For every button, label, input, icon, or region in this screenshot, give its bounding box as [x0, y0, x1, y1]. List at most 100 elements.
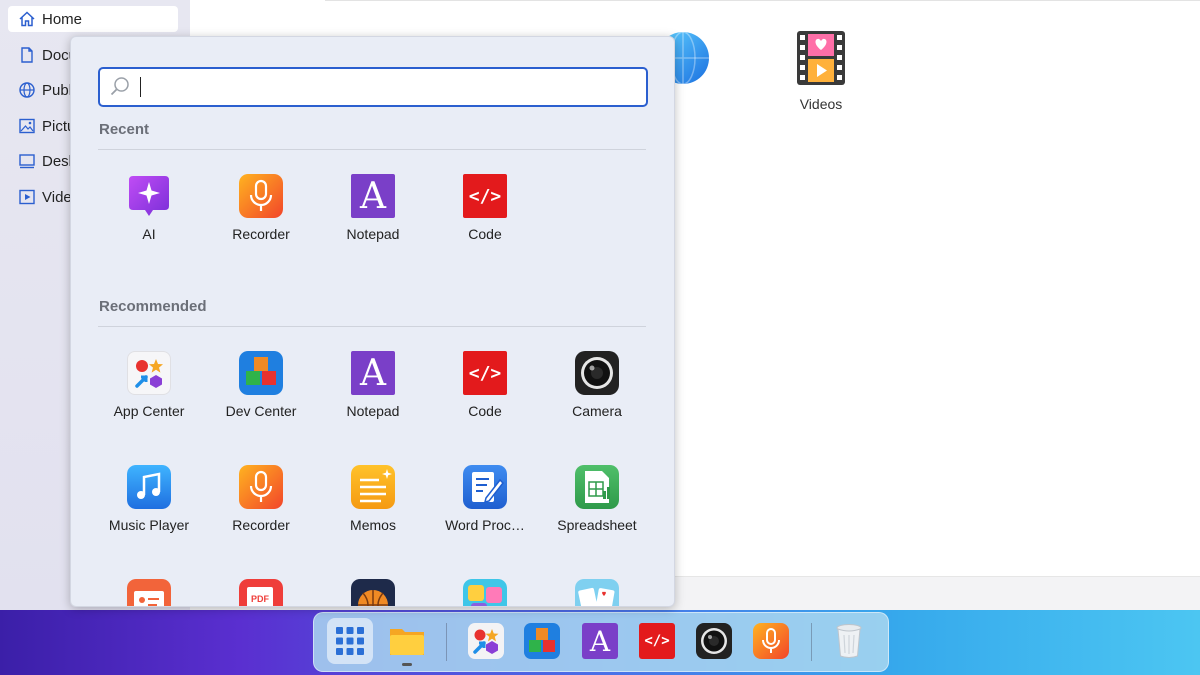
app-music-player[interactable]: Music Player — [93, 465, 205, 537]
sidebar-item-label: Publ — [42, 81, 73, 99]
app-label: Recorder — [232, 517, 290, 533]
toolbar-divider — [325, 0, 1200, 1]
app-label: Music Player — [108, 517, 190, 533]
globe-icon — [18, 81, 36, 99]
app-label: Memos — [350, 517, 396, 533]
app-label: Code — [468, 226, 502, 242]
ai-sparkle-icon — [127, 174, 171, 218]
app-contacts[interactable] — [93, 579, 205, 606]
trash-icon — [836, 624, 862, 658]
app-basketball-game[interactable] — [317, 579, 429, 606]
solitaire-cards-icon — [575, 579, 619, 606]
notepad-icon: A — [351, 174, 395, 218]
app-label: Dev Center — [225, 403, 297, 419]
desktop-icon — [18, 152, 36, 170]
app-label: Code — [468, 403, 502, 419]
code-icon: </> — [463, 351, 507, 395]
dock: A </> — [313, 612, 889, 672]
app-center-icon — [127, 351, 171, 395]
app-label: Camera — [572, 403, 622, 419]
app-label: Notepad — [346, 403, 400, 419]
code-glyph: </> — [468, 185, 502, 207]
section-divider — [98, 149, 646, 150]
folder-videos[interactable]: Videos — [771, 30, 871, 120]
app-recorder[interactable]: Recorder — [205, 174, 317, 246]
app-recorder[interactable]: Recorder — [205, 465, 317, 537]
camera-lens-icon — [575, 351, 619, 395]
camera-lens-icon — [696, 623, 732, 659]
microphone-icon — [239, 465, 283, 509]
dev-center-cubes-icon — [239, 351, 283, 395]
file-manager-folder-icon — [390, 629, 424, 655]
dock-recorder[interactable] — [753, 623, 789, 659]
app-notepad[interactable]: A Notepad — [317, 174, 429, 246]
dock-notepad[interactable]: A — [582, 623, 618, 659]
app-camera[interactable]: Camera — [541, 351, 653, 423]
sidebar-item-home[interactable]: Home — [8, 6, 178, 32]
microphone-icon — [753, 623, 789, 659]
dock-separator — [811, 623, 812, 661]
dock-file-manager[interactable] — [389, 623, 425, 659]
svg-text:PDF: PDF — [251, 594, 270, 604]
notepad-glyph: A — [360, 352, 386, 394]
launcher-search-input[interactable] — [138, 73, 632, 101]
app-puzzle-game[interactable] — [429, 579, 541, 606]
notepad-glyph: A — [360, 175, 386, 217]
dev-center-cubes-icon — [524, 623, 560, 659]
notepad-icon: A — [351, 351, 395, 395]
basketball-game-icon — [351, 579, 395, 606]
search-icon — [110, 77, 129, 96]
dock-dev-center[interactable] — [524, 623, 560, 659]
app-launcher-grid-icon — [336, 627, 364, 655]
section-title-recent: Recent — [99, 121, 150, 138]
app-label: Notepad — [346, 226, 400, 242]
dock-separator — [446, 623, 447, 661]
sidebar-item-label: Vide — [42, 188, 72, 206]
code-icon: </> — [463, 174, 507, 218]
dock-code[interactable]: </> — [639, 623, 675, 659]
text-caret — [140, 77, 141, 97]
app-solitaire[interactable] — [541, 579, 653, 606]
app-center-icon — [473, 629, 499, 654]
sidebar-item-label: Home — [42, 10, 83, 28]
app-dev-center[interactable]: Dev Center — [205, 351, 317, 423]
app-code[interactable]: </> Code — [429, 351, 541, 423]
app-spreadsheet[interactable]: Spreadsheet — [541, 465, 653, 537]
puzzle-game-icon — [463, 579, 507, 606]
launcher-search-box[interactable] — [98, 67, 648, 107]
document-icon — [18, 46, 36, 64]
app-code[interactable]: </> Code — [429, 174, 541, 246]
section-divider — [98, 326, 646, 327]
app-ai[interactable]: AI — [93, 174, 205, 246]
image-icon — [18, 117, 36, 135]
music-note-icon — [127, 465, 171, 509]
app-launcher-panel: Recent AI Recorder A Notepad </> Code Re… — [70, 36, 675, 607]
app-label: Spreadsheet — [557, 517, 637, 533]
dock-camera[interactable] — [696, 623, 732, 659]
app-word-processor[interactable]: Word Proc… — [429, 465, 541, 537]
contact-card-icon — [127, 579, 171, 606]
app-pdf[interactable]: PDF — [205, 579, 317, 606]
film-folder-icon — [797, 31, 845, 85]
notepad-icon: A — [589, 624, 611, 658]
app-app-center[interactable]: App Center — [93, 351, 205, 423]
app-launcher-button[interactable] — [327, 618, 373, 664]
app-label: Recorder — [232, 226, 290, 242]
folder-label: Videos — [799, 96, 843, 112]
memo-icon — [351, 465, 395, 509]
app-label: Word Proc… — [445, 517, 525, 533]
app-notepad[interactable]: A Notepad — [317, 351, 429, 423]
section-title-recommended: Recommended — [99, 298, 207, 315]
spreadsheet-icon — [575, 465, 619, 509]
app-memos[interactable]: Memos — [317, 465, 429, 537]
running-indicator — [402, 663, 412, 666]
home-icon — [18, 10, 36, 28]
code-glyph: </> — [468, 362, 502, 384]
dock-trash[interactable] — [831, 623, 867, 659]
app-label: App Center — [113, 403, 185, 419]
microphone-icon — [239, 174, 283, 218]
code-icon: </> — [644, 633, 670, 649]
dock-app-center[interactable] — [468, 623, 504, 659]
word-processor-icon — [463, 465, 507, 509]
video-icon — [18, 188, 36, 206]
